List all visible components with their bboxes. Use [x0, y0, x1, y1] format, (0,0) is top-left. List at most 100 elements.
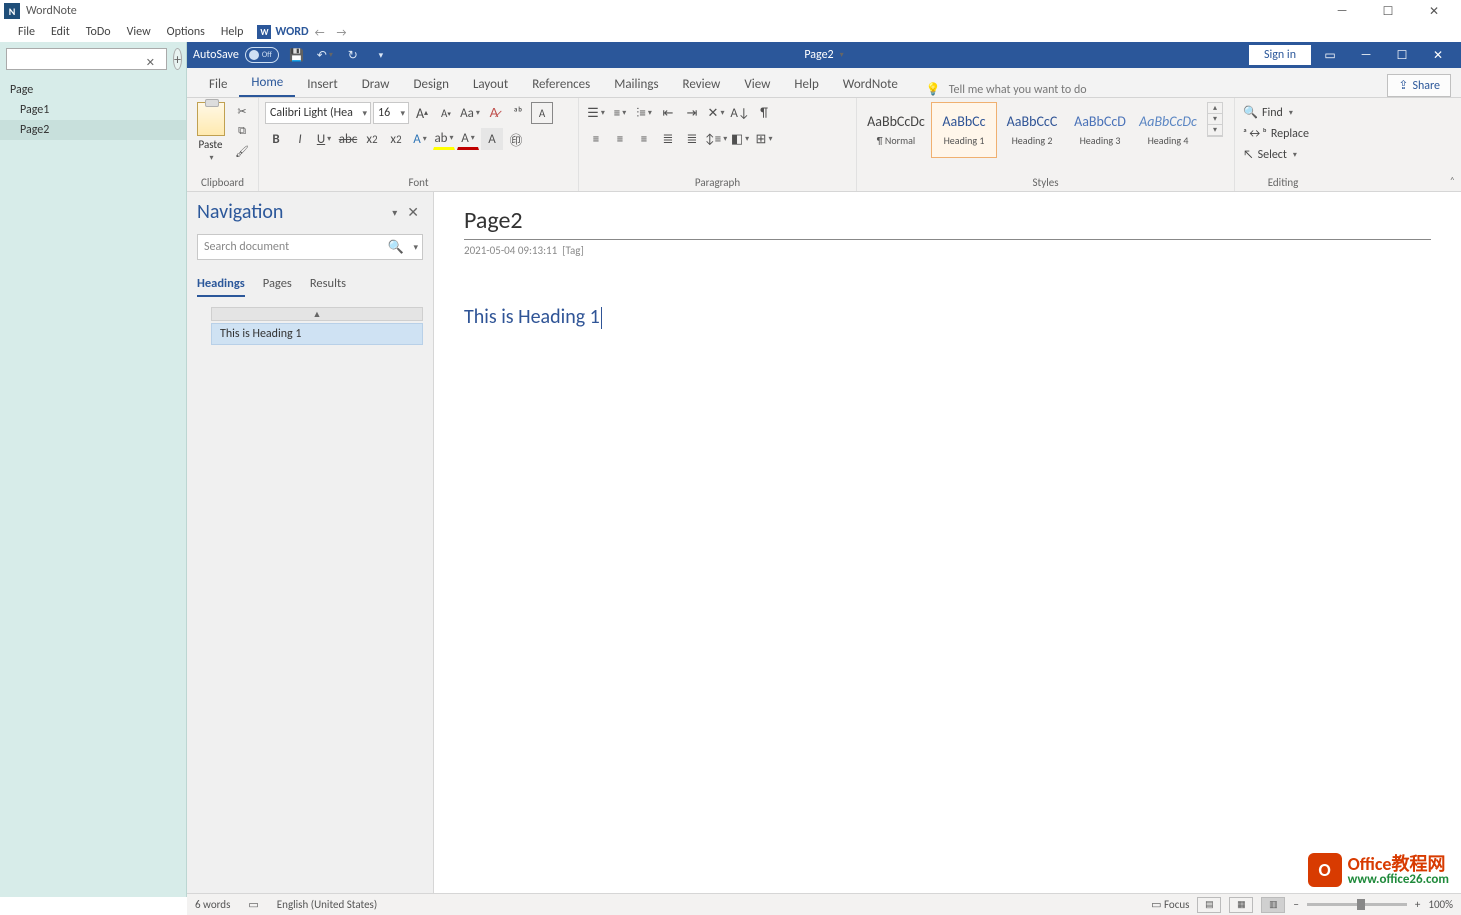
ribbon-display-icon[interactable]: ▭ [1313, 44, 1347, 66]
menu-help[interactable]: Help [213, 23, 252, 41]
nav-tab-pages[interactable]: Pages [263, 272, 292, 297]
read-mode-icon[interactable]: ▤ [1197, 897, 1221, 913]
page-title[interactable]: Page2 [464, 206, 1431, 240]
tree-item-page1[interactable]: Page1 [0, 100, 186, 120]
increase-indent-icon[interactable]: ⇥ [681, 102, 703, 124]
nav-jump-top[interactable]: ▲ [211, 307, 423, 321]
tab-review[interactable]: Review [671, 71, 733, 97]
style-heading-2[interactable]: AaBbCcCHeading 2 [999, 102, 1065, 158]
font-name-combo[interactable]: Calibri Light (Hea▾ [265, 102, 371, 124]
char-border-icon[interactable]: A [531, 102, 553, 124]
styles-gallery[interactable]: AaBbCcDc¶ NormalAaBbCcHeading 1AaBbCcCHe… [863, 102, 1201, 158]
sort-icon[interactable]: A↓ [729, 102, 751, 124]
nav-back-icon[interactable]: ← [309, 26, 331, 39]
autosave-toggle[interactable]: AutoSave Off [193, 47, 279, 63]
styles-more-button[interactable]: ▴▾▾ [1207, 102, 1223, 137]
zoom-in-icon[interactable]: + [1415, 898, 1420, 911]
format-painter-icon[interactable]: 🖌 [232, 142, 252, 160]
font-size-combo[interactable]: 16▾ [373, 102, 409, 124]
minimize-button[interactable]: — [1319, 0, 1365, 22]
font-color-icon[interactable]: A▾ [457, 128, 479, 150]
decrease-indent-icon[interactable]: ⇤ [657, 102, 679, 124]
menu-options[interactable]: Options [159, 23, 213, 41]
change-case-icon[interactable]: Aa▾ [459, 102, 481, 124]
search-icon[interactable]: 🔍 [388, 240, 404, 255]
underline-button[interactable]: U▾ [313, 128, 335, 150]
tell-me-search[interactable]: 💡 Tell me what you want to do [926, 82, 1087, 97]
tab-references[interactable]: References [520, 71, 602, 97]
tab-insert[interactable]: Insert [295, 71, 350, 97]
tab-wordnote[interactable]: WordNote [831, 71, 910, 97]
copy-icon[interactable]: ⧉ [232, 122, 252, 140]
phonetic-icon[interactable]: ᵃᵇ [507, 102, 529, 124]
style-heading-4[interactable]: AaBbCcDcHeading 4 [1135, 102, 1201, 158]
title-dropdown-icon[interactable]: ▾ [840, 50, 844, 60]
clear-format-icon[interactable]: A̷ [483, 102, 505, 124]
italic-button[interactable]: I [289, 128, 311, 150]
tree-item-page2[interactable]: Page2 [0, 120, 186, 140]
tab-view[interactable]: View [732, 71, 782, 97]
borders-icon[interactable]: ⊞▾ [753, 128, 775, 150]
tab-help[interactable]: Help [782, 71, 830, 97]
redo-icon[interactable]: ↻ [343, 45, 363, 65]
nav-tab-headings[interactable]: Headings [197, 272, 245, 297]
heading-1-text[interactable]: This is Heading 1 [464, 305, 602, 329]
multilevel-icon[interactable]: ⫶≡▾ [633, 102, 655, 124]
word-close-button[interactable]: ✕ [1421, 44, 1455, 66]
tab-file[interactable]: File [197, 71, 239, 97]
text-effects-icon[interactable]: A▾ [409, 128, 431, 150]
nav-heading-item[interactable]: This is Heading 1 [211, 323, 423, 345]
show-marks-icon[interactable]: ¶ [753, 102, 775, 124]
line-spacing-icon[interactable]: ↕≡▾ [705, 128, 727, 150]
focus-mode[interactable]: ▭ Focus [1151, 898, 1189, 911]
asian-layout-icon[interactable]: ✕▾ [705, 102, 727, 124]
paste-button[interactable]: Paste ▾ [193, 102, 228, 163]
tab-mailings[interactable]: Mailings [602, 71, 670, 97]
menu-file[interactable]: File [10, 23, 43, 41]
tab-home[interactable]: Home [239, 69, 295, 97]
document-canvas[interactable]: Page2 2021-05-04 09:13:11 [Tag] This is … [434, 192, 1461, 897]
wordnote-search-input[interactable] [6, 48, 167, 70]
numbering-icon[interactable]: ≡▾ [609, 102, 631, 124]
justify-icon[interactable]: ≣ [657, 128, 679, 150]
search-options-icon[interactable]: ▾ [413, 242, 418, 253]
word-maximize-button[interactable]: ☐ [1385, 44, 1419, 66]
select-button[interactable]: ↖Select▾ [1241, 144, 1299, 165]
qat-customize-icon[interactable]: ▾ [371, 45, 391, 65]
spelling-icon[interactable]: ▭ [248, 898, 258, 911]
style--normal[interactable]: AaBbCcDc¶ Normal [863, 102, 929, 158]
distributed-icon[interactable]: ≣ [681, 128, 703, 150]
nav-tab-results[interactable]: Results [310, 272, 346, 297]
tab-draw[interactable]: Draw [350, 71, 402, 97]
char-shading-icon[interactable]: A [481, 128, 503, 150]
nav-dropdown-icon[interactable]: ▾ [392, 206, 397, 219]
nav-fwd-icon[interactable]: → [331, 26, 353, 39]
superscript-button[interactable]: x2 [385, 128, 407, 150]
signin-button[interactable]: Sign in [1249, 45, 1311, 65]
web-layout-icon[interactable]: ▥ [1261, 897, 1285, 913]
zoom-out-icon[interactable]: − [1293, 898, 1298, 911]
menu-view[interactable]: View [119, 23, 159, 41]
enclose-char-icon[interactable]: ㊞ [505, 128, 527, 150]
bold-button[interactable]: B [265, 128, 287, 150]
align-center-icon[interactable]: ≡ [609, 128, 631, 150]
grow-font-icon[interactable]: A▴ [411, 102, 433, 124]
language-status[interactable]: English (United States) [277, 898, 377, 911]
style-heading-1[interactable]: AaBbCcHeading 1 [931, 102, 997, 158]
align-left-icon[interactable]: ≡ [585, 128, 607, 150]
print-layout-icon[interactable]: ▦ [1229, 897, 1253, 913]
zoom-slider[interactable] [1307, 903, 1407, 906]
align-right-icon[interactable]: ≡ [633, 128, 655, 150]
replace-button[interactable]: ᵃ↔ᵇReplace [1241, 123, 1311, 144]
bullets-icon[interactable]: ☰▾ [585, 102, 607, 124]
nav-search-input[interactable]: Search document 🔍 ▾ [197, 234, 423, 260]
cut-icon[interactable]: ✂ [232, 102, 252, 120]
close-button[interactable]: ✕ [1411, 0, 1457, 22]
shading-icon[interactable]: ◧▾ [729, 128, 751, 150]
clear-search-icon[interactable]: ✕ [146, 56, 155, 69]
menu-edit[interactable]: Edit [43, 23, 78, 41]
word-count[interactable]: 6 words [195, 898, 230, 911]
save-icon[interactable]: 💾 [287, 45, 307, 65]
strike-button[interactable]: abc [337, 128, 359, 150]
tab-design[interactable]: Design [401, 71, 460, 97]
